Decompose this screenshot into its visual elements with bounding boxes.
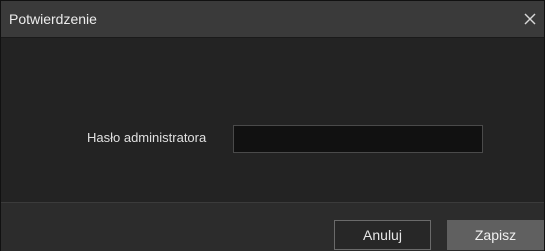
dialog-titlebar: Potwierdzenie (1, 1, 544, 38)
confirmation-dialog: Potwierdzenie Hasło administratora Anulu… (0, 0, 545, 251)
cancel-button[interactable]: Anuluj (334, 220, 431, 250)
save-button[interactable]: Zapisz (447, 220, 544, 250)
admin-password-input[interactable] (233, 125, 483, 153)
dialog-body: Hasło administratora (1, 38, 544, 202)
admin-password-label: Hasło administratora (87, 130, 207, 145)
dialog-footer: Anuluj Zapisz (1, 202, 544, 251)
dialog-title: Potwierdzenie (9, 11, 97, 27)
close-icon[interactable] (522, 11, 538, 27)
